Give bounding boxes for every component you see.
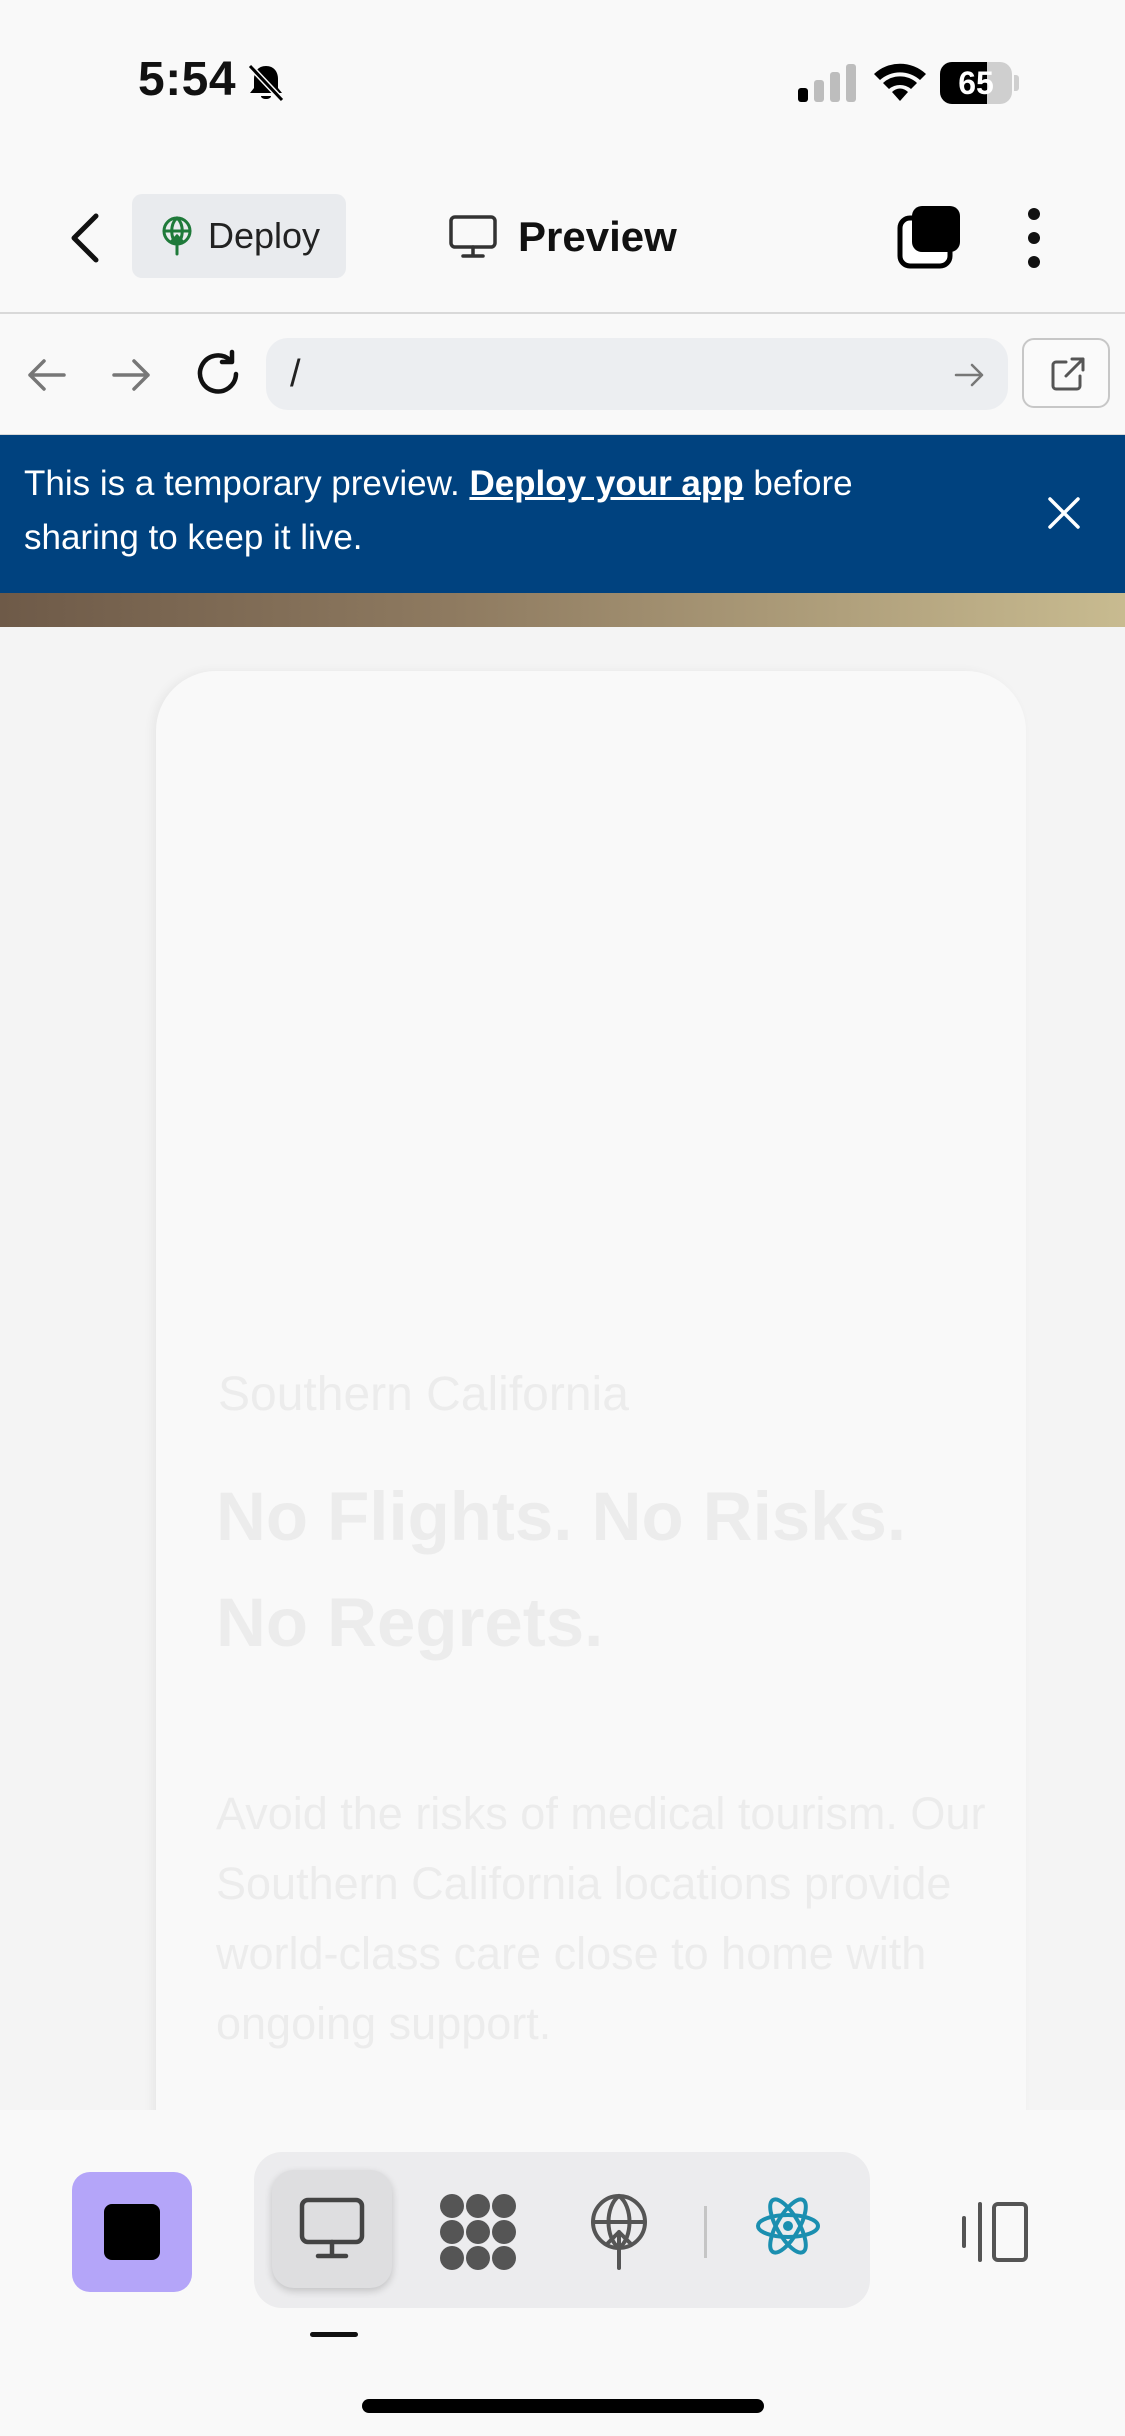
active-view-indicator: [310, 2332, 358, 2337]
address-input[interactable]: /: [266, 338, 1008, 410]
bottom-toolbar: [0, 2110, 1125, 2436]
close-icon[interactable]: [1044, 493, 1084, 533]
view-switcher: [254, 2152, 870, 2308]
tab-preview[interactable]: Preview: [448, 204, 678, 268]
layout-toggle-icon[interactable]: [958, 2200, 1030, 2264]
deploy-icon[interactable]: [586, 2192, 652, 2270]
hero-kicker: Southern California: [218, 1368, 629, 1421]
desktop-icon: [299, 2197, 365, 2259]
battery-tip: [1014, 75, 1019, 91]
go-arrow-icon[interactable]: [952, 358, 986, 392]
tabs-icon[interactable]: [896, 204, 962, 270]
hero-body: Avoid the risks of medical tourism. Our …: [216, 1788, 986, 2049]
bell-slash-icon: [247, 63, 285, 103]
wifi-icon: [874, 63, 926, 101]
arrow-right-icon[interactable]: [108, 352, 154, 398]
stop-icon: [104, 2204, 160, 2260]
battery-body: 65: [940, 62, 1012, 104]
monitor-icon: [449, 215, 497, 258]
battery-level: 65: [958, 65, 994, 101]
banner-text: This is a temporary preview. Deploy your…: [24, 457, 964, 565]
react-icon[interactable]: [754, 2192, 822, 2260]
web-preview: Southern California No Flights. No Risks…: [0, 627, 1125, 2110]
switcher-divider: [704, 2206, 707, 2258]
hero-title-line1: No Flights. No Risks.: [216, 1478, 907, 1555]
deploy-button[interactable]: Deploy: [132, 194, 346, 278]
deploy-label: Deploy: [208, 215, 321, 256]
chevron-left-icon[interactable]: [60, 210, 110, 266]
external-link-icon: [1051, 357, 1085, 391]
preview-banner: This is a temporary preview. Deploy your…: [0, 435, 1125, 593]
banner-text-before: This is a temporary preview.: [24, 464, 470, 503]
hero-title-line2: No Regrets.: [216, 1584, 604, 1661]
open-external-button[interactable]: [1022, 338, 1110, 408]
app-header: Deploy Preview: [0, 160, 1125, 314]
preview-label: Preview: [518, 213, 677, 260]
site-header-strip: [0, 593, 1125, 627]
signal-icon: [798, 64, 856, 102]
deploy-app-link[interactable]: Deploy your app: [469, 464, 743, 503]
url-bar: /: [0, 314, 1125, 436]
status-time: 5:54: [138, 53, 237, 106]
battery-icon: 65: [940, 62, 1019, 104]
view-desktop-button[interactable]: [272, 2170, 392, 2288]
arrow-left-icon[interactable]: [24, 352, 70, 398]
hero-title: No Flights. No Risks. No Regrets.: [216, 1464, 1056, 1676]
deploy-icon: [162, 216, 192, 256]
more-vertical-icon[interactable]: [1014, 206, 1054, 270]
home-indicator: [362, 2399, 764, 2413]
nodes-icon[interactable]: [438, 2192, 518, 2272]
stop-button[interactable]: [72, 2172, 192, 2292]
address-text: /: [290, 353, 301, 395]
reload-icon[interactable]: [192, 348, 244, 400]
status-bar: 5:54 65: [0, 0, 1125, 160]
